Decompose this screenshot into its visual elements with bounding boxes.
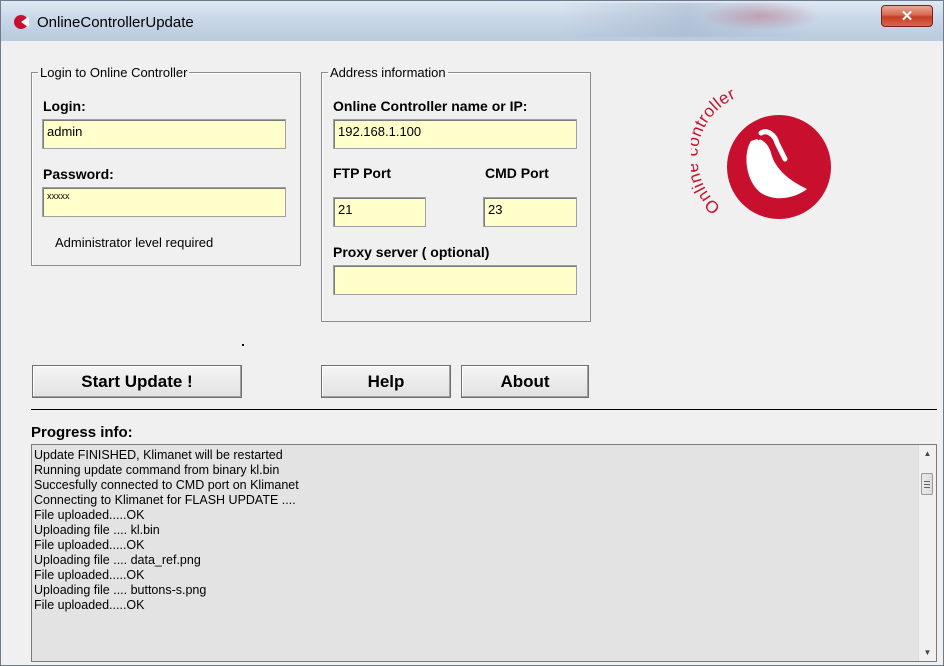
log-line: File uploaded.....OK bbox=[34, 598, 145, 612]
cmd-port-label: CMD Port bbox=[485, 165, 549, 181]
cmd-port-input[interactable]: 23 bbox=[483, 197, 577, 227]
log-line: Running update command from binary kl.bi… bbox=[34, 463, 280, 477]
password-label: Password: bbox=[43, 166, 114, 182]
app-icon bbox=[14, 15, 29, 29]
login-input[interactable]: admin bbox=[42, 119, 286, 149]
address-group-legend: Address information bbox=[330, 65, 446, 80]
window-title: OnlineControllerUpdate bbox=[37, 14, 194, 31]
controller-name-label: Online Controller name or IP: bbox=[333, 98, 528, 114]
ftp-port-label: FTP Port bbox=[333, 165, 392, 181]
proxy-label: Proxy server ( optional) bbox=[333, 244, 490, 260]
ftp-port-input[interactable]: 21 bbox=[333, 197, 426, 227]
admin-note: Administrator level required bbox=[55, 235, 214, 250]
title-bar[interactable]: OnlineControllerUpdate ✕ bbox=[1, 1, 943, 41]
help-button[interactable]: Help bbox=[321, 365, 451, 398]
progress-log-lines: Update FINISHED, Klimanet will be restar… bbox=[34, 448, 914, 613]
progress-label: Progress info: bbox=[31, 424, 133, 441]
password-input[interactable]: xxxxx bbox=[42, 187, 286, 217]
progress-log[interactable]: Update FINISHED, Klimanet will be restar… bbox=[31, 444, 937, 662]
log-line: File uploaded.....OK bbox=[34, 538, 145, 552]
login-group-legend: Login to Online Controller bbox=[40, 65, 188, 80]
close-icon: ✕ bbox=[900, 8, 914, 25]
log-line: Connecting to Klimanet for FLASH UPDATE … bbox=[34, 493, 296, 507]
online-controller-logo: Online controller bbox=[691, 89, 831, 219]
login-label: Login: bbox=[43, 98, 86, 114]
stray-dot bbox=[242, 344, 244, 346]
log-line: Uploading file .... kl.bin bbox=[34, 523, 160, 537]
scroll-thumb[interactable] bbox=[921, 473, 933, 495]
controller-name-input[interactable]: 192.168.1.100 bbox=[333, 119, 577, 149]
start-update-button[interactable]: Start Update ! bbox=[32, 365, 242, 398]
app-window: OnlineControllerUpdate ✕ Login to Online… bbox=[0, 0, 944, 666]
log-line: File uploaded.....OK bbox=[34, 508, 145, 522]
scroll-up-icon[interactable]: ▲ bbox=[919, 445, 936, 462]
proxy-input[interactable] bbox=[333, 265, 577, 295]
scroll-down-icon[interactable]: ▼ bbox=[919, 644, 936, 661]
separator-line bbox=[31, 409, 937, 410]
log-line: Succesfully connected to CMD port on Kli… bbox=[34, 478, 299, 492]
log-line: Uploading file .... buttons-s.png bbox=[34, 583, 207, 597]
log-line: File uploaded.....OK bbox=[34, 568, 145, 582]
log-line: Update FINISHED, Klimanet will be restar… bbox=[34, 448, 283, 462]
log-scrollbar[interactable]: ▲ ▼ bbox=[918, 445, 936, 661]
close-button[interactable]: ✕ bbox=[881, 5, 933, 27]
log-line: Uploading file .... data_ref.png bbox=[34, 553, 201, 567]
about-button[interactable]: About bbox=[461, 365, 589, 398]
